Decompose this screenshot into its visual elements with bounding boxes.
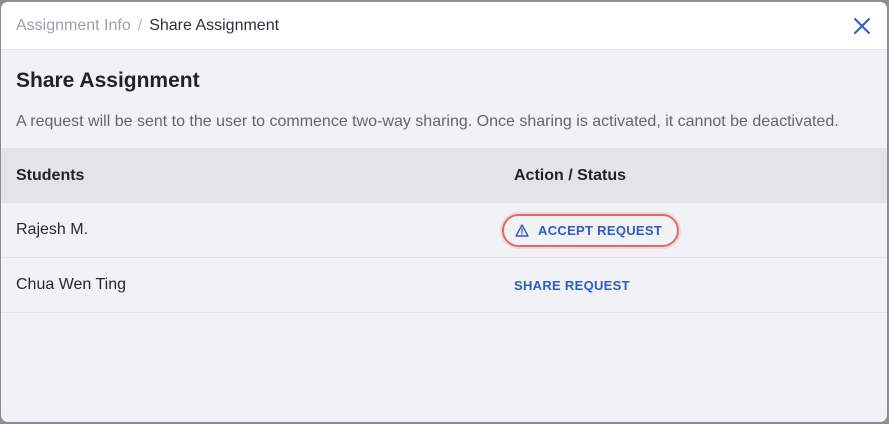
share-request-button[interactable]: SHARE REQUEST xyxy=(514,278,630,293)
column-header-action-status: Action / Status xyxy=(514,166,627,184)
share-assignment-modal: Assignment Info / Share Assignment Share… xyxy=(1,2,887,422)
breadcrumb: Assignment Info / Share Assignment xyxy=(16,17,279,35)
column-header-students: Students xyxy=(16,166,85,184)
warning-icon xyxy=(515,223,529,237)
description: A request will be sent to the user to co… xyxy=(16,113,839,130)
action-cell: SHARE REQUEST xyxy=(514,278,887,293)
close-icon xyxy=(854,18,870,34)
table-header: Students Action / Status xyxy=(1,148,887,203)
table-row: Rajesh M. ACCEPT REQUEST xyxy=(1,203,887,258)
student-name: Chua Wen Ting xyxy=(16,276,126,293)
modal-header: Assignment Info / Share Assignment xyxy=(1,2,887,50)
breadcrumb-current: Share Assignment xyxy=(149,16,280,34)
table-row: Chua Wen Ting SHARE REQUEST xyxy=(1,258,887,313)
student-name: Rajesh M. xyxy=(16,221,89,238)
students-table: Students Action / Status Rajesh M. ACCEP… xyxy=(1,148,887,313)
breadcrumb-assignment-info[interactable]: Assignment Info xyxy=(16,17,131,35)
breadcrumb-separator: / xyxy=(137,16,143,34)
accept-request-label: ACCEPT REQUEST xyxy=(538,222,663,238)
modal-content: Share Assignment A request will be sent … xyxy=(1,69,887,133)
close-button[interactable] xyxy=(852,16,872,36)
accept-request-button[interactable]: ACCEPT REQUEST xyxy=(502,213,680,247)
page-title: Share Assignment xyxy=(16,69,200,92)
action-cell: ACCEPT REQUEST xyxy=(502,213,887,247)
